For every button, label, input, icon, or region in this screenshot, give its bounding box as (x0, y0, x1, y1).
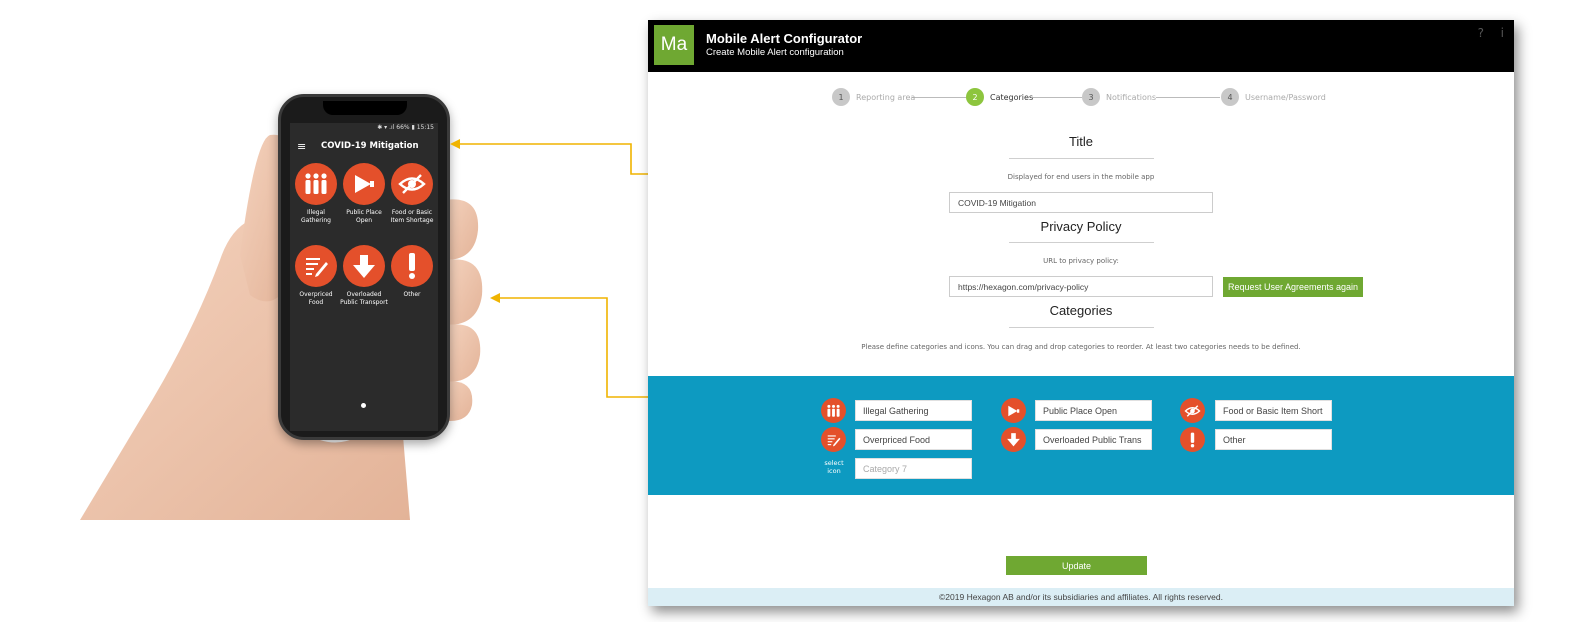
step-number: 2 (966, 88, 984, 106)
title-divider (1009, 158, 1154, 159)
app-subtitle: Create Mobile Alert configuration (706, 47, 844, 58)
info-icon[interactable]: i (1501, 26, 1504, 40)
step-label: Categories (990, 92, 1034, 102)
phone-category-public-place-open[interactable]: Public Place Open (340, 163, 388, 239)
exclamation-icon (391, 245, 433, 287)
category-input-6[interactable]: Other (1215, 429, 1332, 450)
step-label: Notifications (1106, 92, 1157, 102)
select-icon-button[interactable]: select icon (820, 459, 848, 475)
megaphone-icon[interactable] (1001, 398, 1026, 423)
category-input-5[interactable]: Overloaded Public Trans (1035, 429, 1152, 450)
category-input-3[interactable]: Food or Basic Item Short (1215, 400, 1332, 421)
privacy-hint: URL to privacy policy: (1043, 257, 1119, 265)
request-user-agreements-button[interactable]: Request User Agreements again (1223, 277, 1363, 297)
category-input-1[interactable]: Illegal Gathering (855, 400, 972, 421)
arrow-down-icon (343, 245, 385, 287)
title-heading: Title (1068, 134, 1094, 149)
step-number: 3 (1082, 88, 1100, 106)
megaphone-icon (343, 163, 385, 205)
category-input-2[interactable]: Public Place Open (1035, 400, 1152, 421)
title-hint: Displayed for end users in the mobile ap… (1007, 173, 1155, 181)
app-header: Ma Mobile Alert Configurator Create Mobi… (648, 20, 1514, 72)
new-category-input[interactable]: Category 7 (855, 458, 972, 479)
step-number: 1 (832, 88, 850, 106)
step-reporting-area[interactable]: 1 Reporting area (832, 88, 915, 106)
eye-slash-icon (391, 163, 433, 205)
wizard-stepper: 1 Reporting area 2 Categories 3 Notifica… (832, 88, 1332, 108)
step-connector (1156, 97, 1220, 98)
phone-category-label: Public Place Open (346, 209, 382, 224)
privacy-heading: Privacy Policy (1040, 219, 1122, 234)
phone-screen: ✱ ▾ .ıl 66% ▮ 15:15 ≡ COVID-19 Mitigatio… (290, 123, 438, 431)
phone-notch (323, 101, 407, 115)
phone-category-overloaded-transport[interactable]: Overloaded Public Transport (340, 245, 388, 321)
app-title: Mobile Alert Configurator (706, 31, 863, 46)
hamburger-icon[interactable]: ≡ (297, 140, 311, 153)
categories-editor: Illegal Gathering Public Place Open Food… (648, 376, 1514, 495)
privacy-url-input[interactable]: https://hexagon.com/privacy-policy (949, 276, 1213, 297)
phone-category-label: Overpriced Food (299, 291, 333, 306)
phone-category-label: Food or Basic Item Shortage (390, 209, 434, 224)
update-button[interactable]: Update (1006, 556, 1147, 575)
step-notifications[interactable]: 3 Notifications (1082, 88, 1156, 106)
step-username-password[interactable]: 4 Username/Password (1221, 88, 1326, 106)
phone-category-grid: Illegal Gathering Public Place Open Food… (292, 163, 436, 321)
people-icon (295, 163, 337, 205)
help-icon[interactable]: ? (1478, 26, 1484, 40)
step-connector (912, 97, 966, 98)
step-number: 4 (1221, 88, 1239, 106)
phone-category-food-shortage[interactable]: Food or Basic Item Shortage (388, 163, 436, 239)
footer: ©2019 Hexagon AB and/or its subsidiaries… (648, 588, 1514, 606)
privacy-divider (1009, 242, 1154, 243)
exclamation-icon[interactable] (1180, 427, 1205, 452)
phone-category-label: Illegal Gathering (301, 209, 331, 224)
phone-category-overpriced-food[interactable]: Overpriced Food (292, 245, 340, 321)
step-label: Username/Password (1245, 92, 1326, 102)
phone-category-other[interactable]: Other (388, 245, 436, 321)
category-input-4[interactable]: Overpriced Food (855, 429, 972, 450)
pencil-list-icon[interactable] (821, 427, 846, 452)
app-logo: Ma (654, 25, 694, 65)
step-label: Reporting area (856, 92, 916, 102)
eye-slash-icon[interactable] (1180, 398, 1205, 423)
phone-category-label: Overloaded Public Transport (340, 291, 388, 306)
arrow-down-icon[interactable] (1001, 427, 1026, 452)
page-indicator-dot (361, 403, 366, 408)
phone-status-bar: ✱ ▾ .ıl 66% ▮ 15:15 (377, 124, 434, 131)
pencil-list-icon (295, 245, 337, 287)
phone-app-bar: ≡ COVID-19 Mitigation (290, 135, 438, 157)
mobile-alert-configurator-window: Ma Mobile Alert Configurator Create Mobi… (648, 20, 1514, 606)
step-connector (1032, 97, 1082, 98)
categories-divider (1009, 327, 1154, 328)
categories-heading: Categories (1049, 303, 1113, 318)
phone-mockup: ✱ ▾ .ıl 66% ▮ 15:15 ≡ COVID-19 Mitigatio… (278, 94, 450, 440)
phone-title: COVID-19 Mitigation (321, 141, 419, 151)
phone-category-label: Other (403, 291, 421, 298)
people-icon[interactable] (821, 398, 846, 423)
categories-hint: Please define categories and icons. You … (861, 343, 1301, 351)
step-categories[interactable]: 2 Categories (966, 88, 1033, 106)
phone-category-illegal-gathering[interactable]: Illegal Gathering (292, 163, 340, 239)
title-input[interactable]: COVID-19 Mitigation (949, 192, 1213, 213)
